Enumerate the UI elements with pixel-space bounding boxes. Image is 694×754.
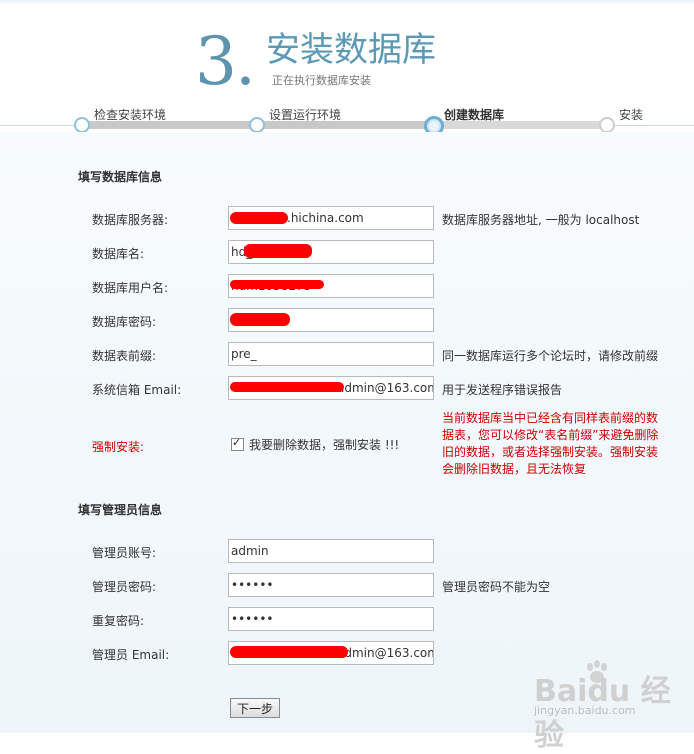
- repeat-password-input[interactable]: ••••••: [228, 607, 434, 631]
- watermark-url: jingyan.baidu.com: [534, 704, 636, 717]
- repeat-password-label: 重复密码:: [92, 614, 145, 628]
- db-prefix-label: 数据表前缀:: [92, 349, 157, 363]
- db-server-label: 数据库服务器:: [92, 213, 169, 227]
- admin-account-label: 管理员账号:: [92, 546, 157, 560]
- admin-password-value: ••••••: [231, 578, 274, 592]
- force-install-option[interactable]: 我要删除数据，强制安装 !!!: [231, 436, 399, 453]
- system-email-hint: 用于发送程序错误报告: [442, 383, 563, 397]
- step-label-set-env: 设置运行环境: [269, 108, 342, 122]
- db-password-label: 数据库密码:: [92, 315, 157, 329]
- redaction-mark: [230, 646, 348, 658]
- admin-password-hint: 管理员密码不能为空: [442, 580, 551, 594]
- page-subtitle: 正在执行数据库安装: [272, 74, 371, 87]
- db-section-title: 填写数据库信息: [78, 170, 163, 184]
- step-label-check-env: 检查安装环境: [94, 108, 167, 122]
- redaction-mark: [230, 280, 324, 289]
- redaction-mark: [230, 313, 290, 326]
- redaction-mark: [244, 244, 312, 258]
- admin-password-input[interactable]: ••••••: [228, 573, 434, 597]
- admin-account-input[interactable]: admin: [228, 539, 434, 563]
- baidu-watermark: Baidu 经验 jingyan.baidu.com: [534, 660, 684, 753]
- step-number: 3.: [195, 23, 256, 100]
- repeat-password-value: ••••••: [231, 612, 274, 626]
- force-install-warning: 当前数据库当中已经含有同样表前缀的数据表，您可以修改“表名前缀”来避免删除旧的数…: [442, 411, 659, 476]
- admin-email-label: 管理员 Email:: [92, 648, 170, 662]
- step-label-install: 安装: [619, 108, 644, 122]
- step-node-1: [74, 117, 90, 133]
- db-user-label: 数据库用户名:: [92, 281, 169, 295]
- db-prefix-hint: 同一数据库运行多个论坛时，请修改前缀: [442, 349, 659, 363]
- top-bar: [0, 0, 694, 6]
- force-install-label: 强制安装:: [92, 440, 145, 454]
- db-name-label: 数据库名:: [92, 247, 145, 261]
- redaction-mark: [230, 382, 344, 392]
- step-label-create-db: 创建数据库: [444, 108, 505, 122]
- admin-account-value: admin: [231, 544, 269, 558]
- redaction-mark: [230, 212, 288, 224]
- admin-password-label: 管理员密码:: [92, 580, 157, 594]
- step-node-4: [599, 117, 615, 133]
- system-email-label: 系统信箱 Email:: [92, 383, 182, 397]
- force-install-checkbox-label: 我要删除数据，强制安装 !!!: [249, 438, 400, 452]
- admin-section-title: 填写管理员信息: [78, 503, 163, 517]
- force-install-checkbox[interactable]: [231, 436, 244, 451]
- db-server-hint: 数据库服务器地址, 一般为 localhost: [442, 213, 640, 227]
- db-prefix-value: pre_: [231, 347, 257, 361]
- page-title: 安装数据库: [266, 30, 436, 70]
- db-prefix-input[interactable]: pre_: [228, 342, 434, 366]
- next-step-button[interactable]: 下一步: [230, 698, 280, 718]
- step-node-2: [249, 117, 265, 133]
